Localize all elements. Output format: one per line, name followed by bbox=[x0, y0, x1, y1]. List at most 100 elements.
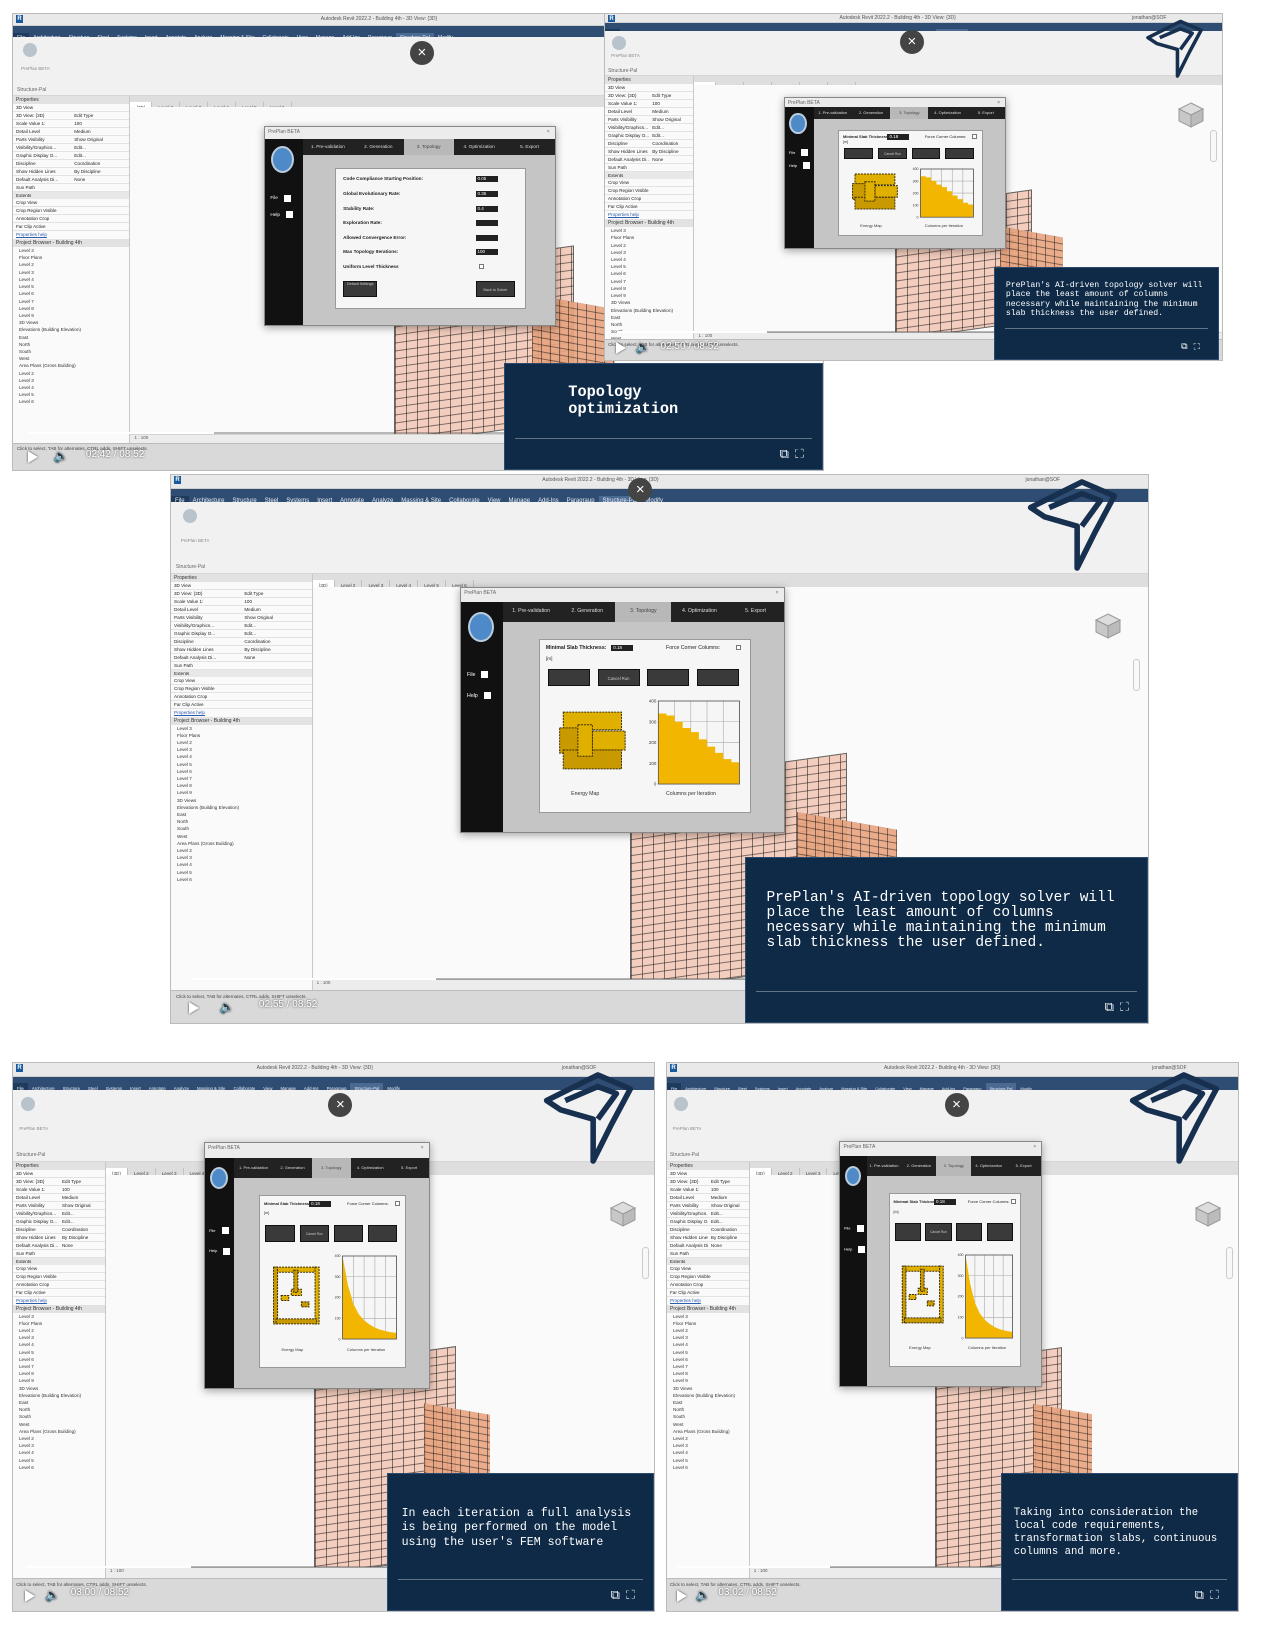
ribbon-tab[interactable]: Structure-Pal bbox=[350, 1083, 384, 1091]
browser-item[interactable]: Level 8 bbox=[171, 782, 312, 789]
extent-row[interactable]: Far Clip Active bbox=[13, 1289, 105, 1297]
dialog-menu-item[interactable]: File bbox=[467, 671, 489, 679]
ribbon-tab[interactable]: Manage bbox=[916, 1083, 938, 1090]
extents-section[interactable]: Extents bbox=[171, 669, 312, 677]
property-value[interactable]: None bbox=[649, 156, 693, 163]
property-row[interactable]: Show Hidden Lines By Discipline bbox=[13, 1234, 105, 1242]
property-value[interactable]: By Discipline bbox=[708, 1234, 749, 1241]
ribbon-tab[interactable]: View bbox=[899, 1083, 915, 1090]
run-button[interactable]: Continue Run bbox=[696, 669, 739, 687]
property-value[interactable]: Medium bbox=[59, 1194, 105, 1201]
ribbon-tab[interactable]: Systems bbox=[102, 1083, 126, 1090]
fullscreen-icon[interactable]: ⛶ bbox=[1210, 1588, 1225, 1603]
property-value[interactable]: None bbox=[59, 1242, 105, 1249]
property-row[interactable]: Detail Level Medium bbox=[605, 108, 694, 117]
param-input[interactable]: 0.4 bbox=[475, 205, 498, 212]
properties-help-link[interactable]: Properties help bbox=[605, 211, 693, 219]
ribbon-tab[interactable]: File bbox=[667, 1083, 682, 1091]
ribbon-tab[interactable]: Modify bbox=[383, 1083, 404, 1090]
uniform-thickness-checkbox[interactable] bbox=[479, 263, 485, 269]
browser-item[interactable]: 3D Views bbox=[667, 1385, 749, 1392]
browser-item[interactable]: Level 6 bbox=[667, 1464, 749, 1471]
dialog-tab[interactable]: 2. Generation bbox=[559, 602, 615, 622]
ribbon-tab[interactable]: Architecture bbox=[681, 1083, 710, 1090]
extent-row[interactable]: Annotation Crop bbox=[605, 195, 694, 204]
view-tab[interactable]: Level 6 bbox=[446, 579, 474, 587]
browser-item[interactable]: Level 7 bbox=[605, 278, 693, 285]
properties-help-link[interactable]: Properties help bbox=[667, 1297, 749, 1305]
property-row[interactable]: Sun Path bbox=[605, 164, 694, 173]
type-selector[interactable]: 3D View bbox=[13, 104, 130, 113]
browser-item[interactable]: North bbox=[13, 1406, 105, 1413]
browser-item[interactable]: Level 3 bbox=[667, 1442, 749, 1449]
property-row[interactable]: Show Hidden Lines By Discipline bbox=[667, 1234, 749, 1242]
browser-item[interactable]: Level 5 bbox=[667, 1457, 749, 1464]
extent-row[interactable]: Far Clip Active bbox=[171, 701, 312, 709]
browser-item[interactable]: Level 4 bbox=[605, 256, 693, 263]
type-selector[interactable]: 3D View bbox=[667, 1170, 749, 1178]
browser-item[interactable]: Floor Plans bbox=[605, 234, 693, 241]
dialog-tab[interactable]: 3. Topology bbox=[615, 602, 672, 623]
property-value[interactable] bbox=[59, 1250, 105, 1257]
browser-item[interactable]: Floor Plans bbox=[667, 1320, 749, 1327]
browser-item[interactable]: West bbox=[667, 1421, 749, 1428]
extent-row[interactable]: Crop Region Visible bbox=[605, 187, 694, 196]
property-row[interactable]: Sun Path bbox=[171, 662, 312, 670]
param-input[interactable]: 100 bbox=[475, 249, 498, 256]
extent-row[interactable]: Far Clip Active bbox=[667, 1289, 749, 1297]
view-tab[interactable]: Level 2 bbox=[772, 1167, 800, 1175]
property-value[interactable] bbox=[708, 1250, 749, 1257]
property-row[interactable]: Parts Visibility Show Original bbox=[667, 1202, 749, 1210]
browser-item[interactable]: Level 4 bbox=[13, 1341, 105, 1348]
properties-help-link[interactable]: Properties help bbox=[171, 709, 312, 717]
properties-help-link[interactable]: Properties help bbox=[13, 231, 129, 239]
browser-item[interactable]: Level 6 bbox=[13, 1464, 105, 1471]
property-value[interactable]: 100 bbox=[241, 598, 311, 605]
browser-item[interactable]: Level 6 bbox=[13, 1356, 105, 1363]
extent-row[interactable]: Far Clip Active bbox=[13, 223, 130, 232]
ribbon-tab[interactable]: Modify bbox=[1016, 1083, 1036, 1090]
property-row[interactable]: Detail Level Medium bbox=[171, 606, 312, 614]
browser-item[interactable]: Level 5 bbox=[171, 761, 312, 768]
menu-item-toggle[interactable] bbox=[481, 671, 489, 679]
property-value[interactable]: Show Original bbox=[59, 1202, 105, 1209]
dialog-tab[interactable]: 3. Topology bbox=[403, 138, 454, 155]
menu-item-toggle[interactable] bbox=[803, 162, 811, 170]
property-value[interactable]: Edit... bbox=[649, 124, 693, 131]
browser-item[interactable]: South bbox=[171, 825, 312, 832]
navigation-bar[interactable] bbox=[641, 1247, 649, 1280]
menu-item-toggle[interactable] bbox=[283, 194, 291, 202]
pip-icon[interactable]: ⧉ bbox=[780, 447, 795, 462]
view-tab[interactable]: {3D} bbox=[105, 1167, 128, 1175]
dialog-tab[interactable]: 2. Generation bbox=[353, 139, 403, 155]
browser-item[interactable]: Level 2 bbox=[667, 1435, 749, 1442]
property-value[interactable]: Edit... bbox=[71, 152, 129, 159]
type-selector[interactable]: 3D View bbox=[171, 582, 312, 590]
slab-thickness-input[interactable]: 0.18 bbox=[933, 1199, 956, 1206]
run-button[interactable]: Cancel Run bbox=[925, 1223, 952, 1241]
property-value[interactable]: Edit... bbox=[708, 1218, 749, 1225]
browser-item[interactable]: Level 2 bbox=[667, 1327, 749, 1334]
property-value[interactable]: Coordination bbox=[708, 1226, 749, 1233]
ribbon-tab[interactable]: Massing & Site bbox=[837, 1083, 871, 1090]
view-selector[interactable]: 3D View: {3D} Edit Type bbox=[13, 1178, 105, 1186]
browser-item[interactable]: Level 6 bbox=[667, 1356, 749, 1363]
browser-item[interactable]: Level 9 bbox=[13, 312, 129, 319]
property-row[interactable]: Parts Visibility Show Original bbox=[13, 136, 130, 145]
property-value[interactable]: Edit... bbox=[71, 144, 129, 151]
browser-item[interactable]: Level 8 bbox=[667, 1370, 749, 1377]
dialog-tab[interactable]: 5. Export bbox=[390, 1158, 429, 1178]
run-button[interactable]: Start Run bbox=[265, 1224, 295, 1243]
property-value[interactable]: By Discipline bbox=[649, 148, 693, 155]
dialog-tab[interactable]: 5. Export bbox=[504, 139, 554, 155]
revit-logo-icon[interactable]: R bbox=[608, 15, 615, 22]
property-row[interactable]: Show Hidden Lines By Discipline bbox=[13, 168, 130, 177]
scale-label[interactable]: 1 : 100 bbox=[754, 1568, 768, 1573]
property-value[interactable]: Edit... bbox=[59, 1218, 105, 1225]
ribbon-tab[interactable]: Massing & Site bbox=[193, 1083, 229, 1090]
navigation-bar[interactable] bbox=[1226, 1247, 1234, 1280]
fullscreen-icon[interactable]: ⛶ bbox=[1120, 1000, 1135, 1015]
browser-item[interactable]: Area Plans (Gross Building) bbox=[667, 1428, 749, 1435]
browser-item[interactable]: Level 6 bbox=[13, 290, 129, 297]
property-value[interactable]: 100 bbox=[708, 1186, 749, 1193]
